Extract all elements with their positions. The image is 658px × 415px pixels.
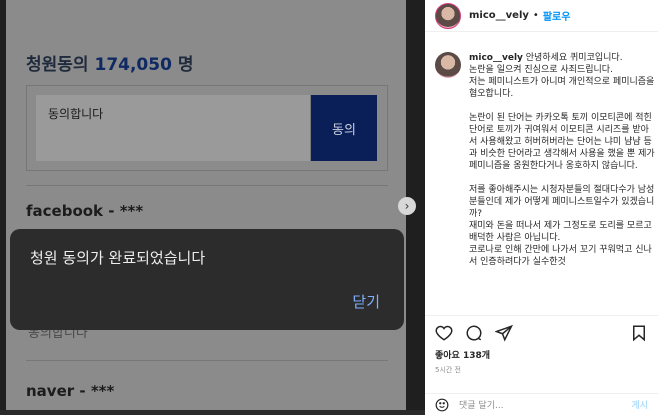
agree-input: 동의합니다: [36, 95, 311, 161]
post-comment-button[interactable]: 게시: [631, 398, 648, 411]
divider: [26, 185, 388, 186]
follow-button[interactable]: 팔로우: [543, 8, 571, 23]
instagram-panel: mico__vely • 팔로우 mico__vely 안녕하세요 퀴미코입니다…: [425, 0, 658, 415]
bookmark-icon[interactable]: [630, 324, 648, 342]
post-header: mico__vely • 팔로우: [425, 0, 658, 32]
toast-message: 청원 동의가 완료되었습니다: [30, 249, 206, 267]
caption-paragraph-3: 저를 좋아해주시는 시청자분들의 절대다수가 남성분들인데 제가 어떻게 페미니…: [469, 185, 655, 267]
post-time: 5시간 전: [435, 366, 461, 374]
caption-text: mico__vely 안녕하세요 퀴미코입니다. 논란을 일으켜 진심으로 사죄…: [469, 52, 655, 268]
toast-close-button: 닫기: [352, 293, 380, 311]
next-arrow-icon[interactable]: ›: [398, 197, 416, 215]
caption-avatar[interactable]: [435, 52, 461, 78]
smile-icon[interactable]: [435, 398, 449, 412]
likes-count[interactable]: 좋아요 138개: [425, 342, 658, 361]
separator-dot: •: [532, 10, 539, 21]
toast-dialog: 청원 동의가 완료되었습니다 닫기: [10, 229, 404, 330]
caption-paragraph-2: 논란이 된 단어는 카카오톡 토끼 이모티콘에 적힌 단어로 토끼가 귀여워서 …: [469, 113, 655, 171]
post-media: 청원동의 174,050 명 동의합니다 동의 facebook - *** 동…: [0, 0, 425, 410]
petition-count-title: 청원동의 174,050 명: [26, 50, 193, 75]
petition-screenshot: 청원동의 174,050 명 동의합니다 동의 facebook - *** 동…: [6, 0, 406, 410]
petition-count: 174,050: [94, 55, 172, 75]
comment-author: facebook - ***: [26, 202, 144, 220]
share-icon[interactable]: [495, 324, 513, 342]
comment-author: naver - ***: [26, 382, 115, 400]
comment-bar: 댓글 달기... 게시: [425, 393, 658, 415]
petition-label: 청원동의: [26, 55, 89, 75]
petition-unit: 명: [177, 55, 194, 75]
caption: mico__vely 안녕하세요 퀴미코입니다. 논란을 일으켜 진심으로 사죄…: [435, 52, 655, 268]
username-link[interactable]: mico__vely: [469, 10, 529, 21]
comment-icon[interactable]: [465, 324, 483, 342]
avatar[interactable]: [435, 2, 461, 29]
comment-input[interactable]: 댓글 달기...: [459, 398, 504, 411]
heart-icon[interactable]: [435, 324, 453, 342]
action-icons: [425, 316, 658, 342]
post-actions: 좋아요 138개 5시간 전: [425, 315, 658, 395]
caption-username[interactable]: mico__vely: [469, 53, 523, 63]
divider: [26, 360, 388, 361]
agree-button: 동의: [311, 95, 377, 161]
